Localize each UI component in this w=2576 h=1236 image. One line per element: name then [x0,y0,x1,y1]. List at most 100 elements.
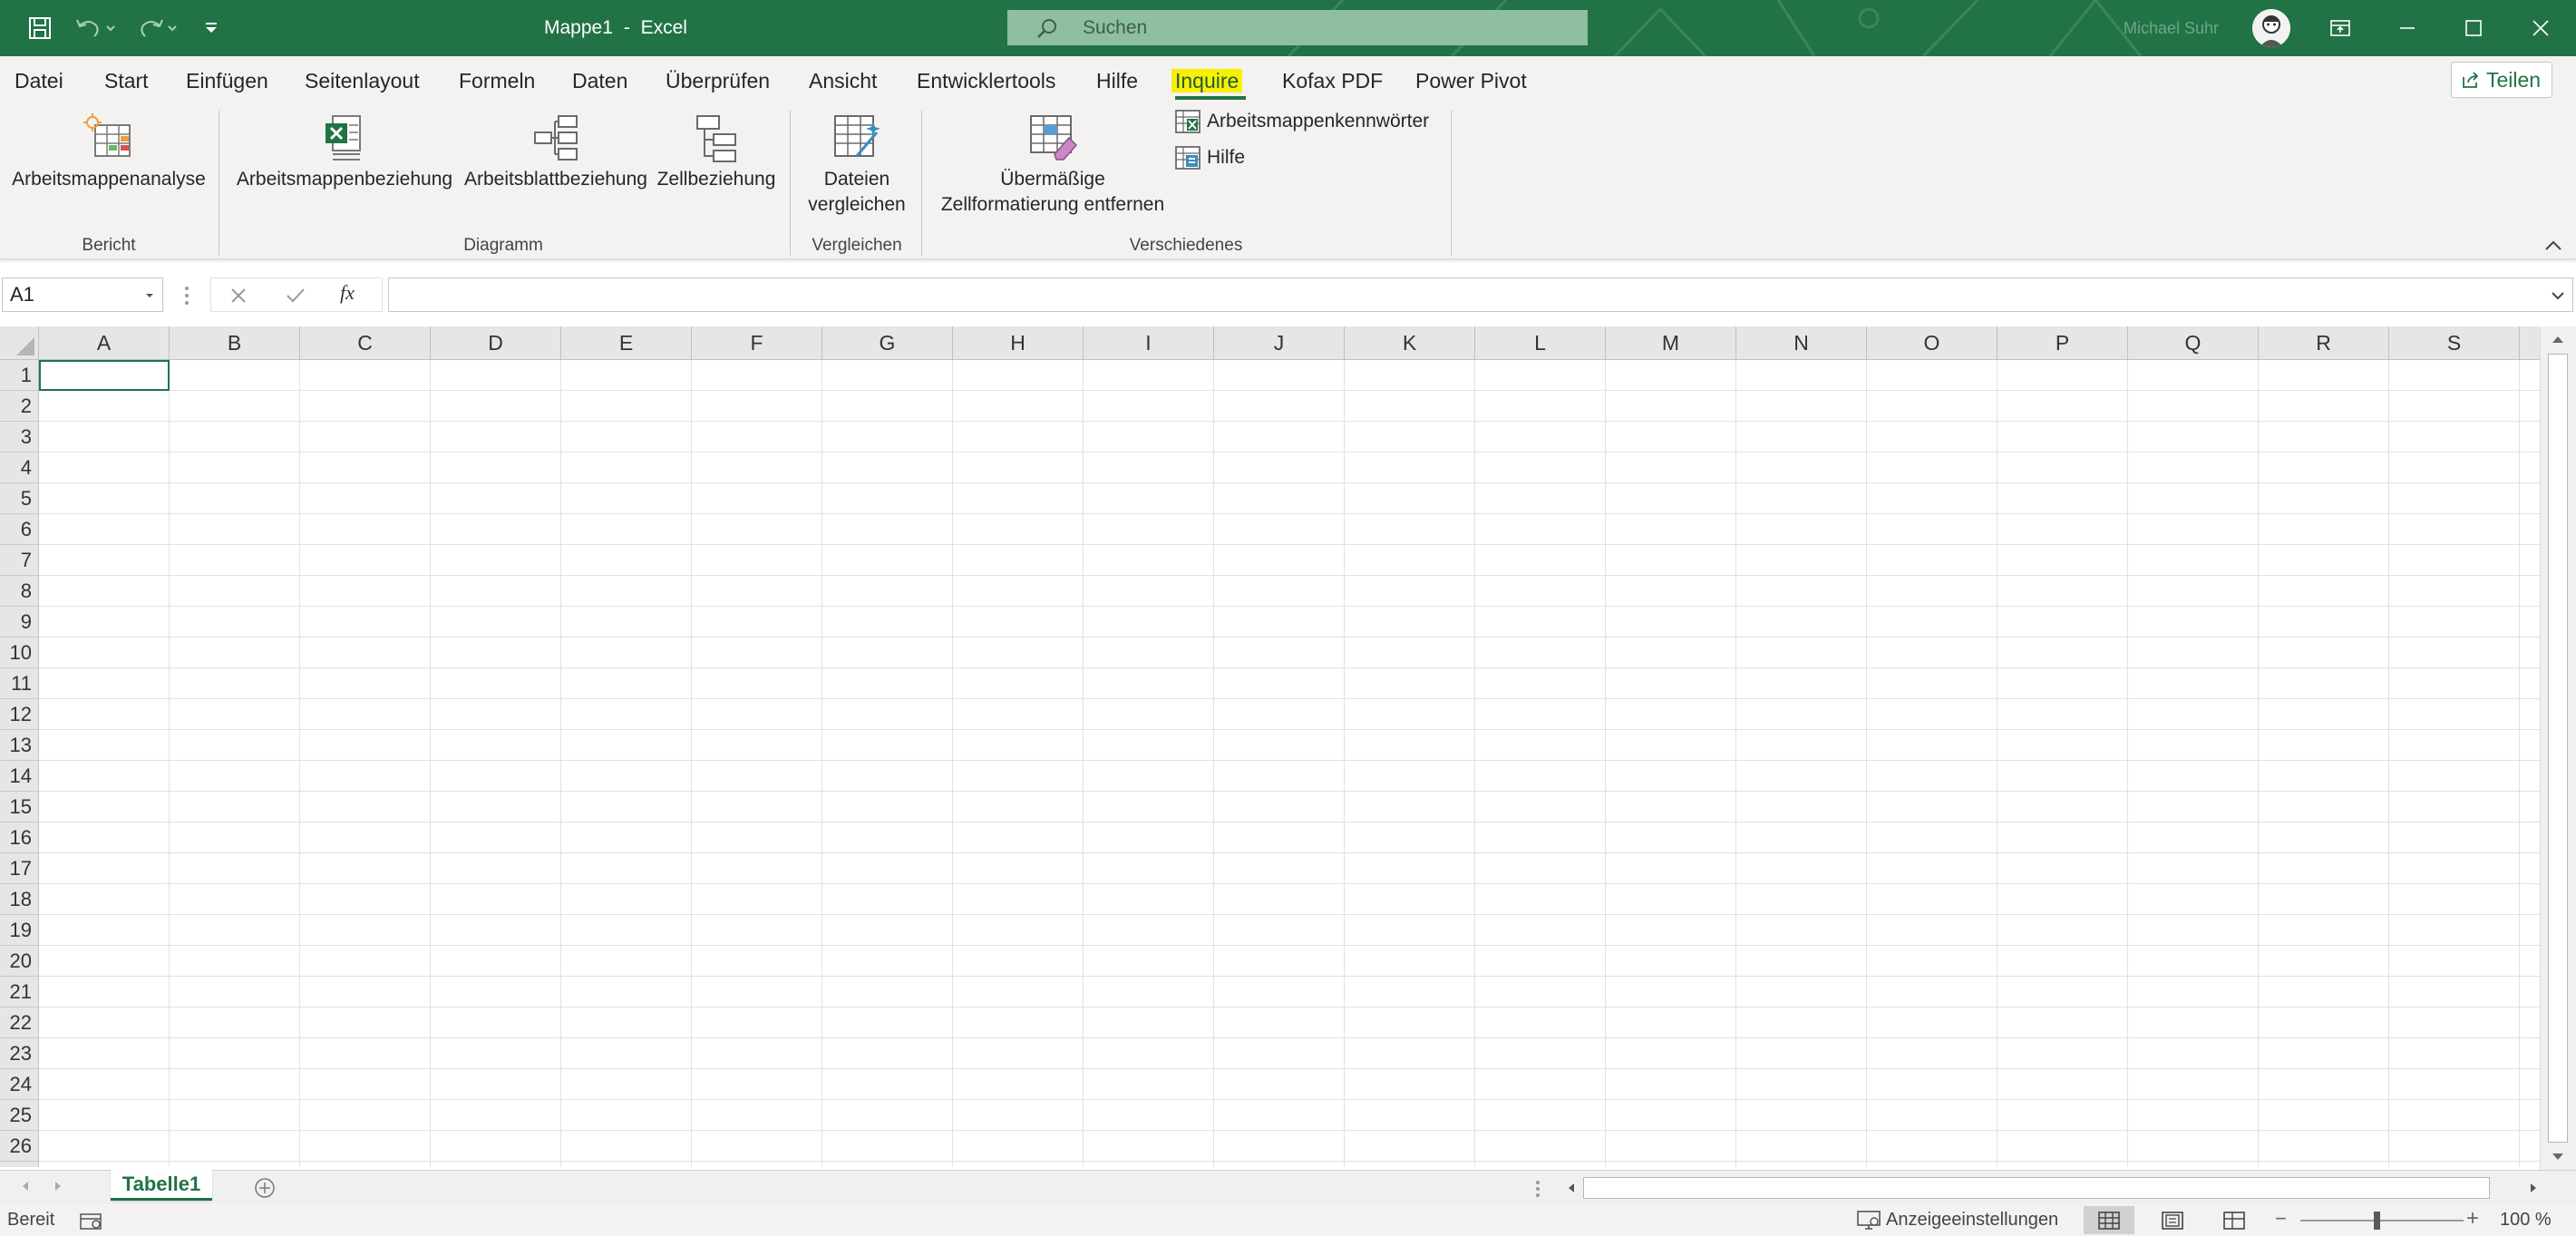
scroll-right-icon[interactable] [2528,1182,2539,1194]
formula-input[interactable] [388,277,2573,312]
zoom-level[interactable]: 100 % [2500,1204,2552,1236]
row-header[interactable]: 21 [0,977,39,1007]
tab-inquire[interactable]: Inquire [1171,65,1243,96]
row-header[interactable]: 5 [0,483,39,514]
zoom-in-button[interactable]: + [2466,1208,2479,1230]
collapse-ribbon-icon[interactable] [2543,239,2563,252]
formula-bar-resize-dots-icon[interactable] [184,285,190,307]
row-header[interactable]: 26 [0,1131,39,1162]
close-button[interactable] [2504,0,2576,56]
column-header[interactable]: Q [2128,326,2259,360]
add-sheet-icon[interactable] [254,1177,276,1199]
tab-formeln[interactable]: Formeln [459,65,535,96]
column-header[interactable]: J [1214,326,1345,360]
previous-sheet-icon[interactable] [20,1180,31,1192]
row-header[interactable]: 18 [0,884,39,915]
tab-split-handle-icon[interactable] [1535,1180,1541,1198]
search-box[interactable]: Suchen [1007,10,1588,45]
row-header[interactable]: 4 [0,453,39,483]
redo-button[interactable] [132,11,183,45]
workbook-relationship-button[interactable]: Arbeitsmappenbeziehung [234,103,455,218]
tab-seitenlayout[interactable]: Seitenlayout [305,65,420,96]
row-header[interactable]: 13 [0,730,39,761]
next-sheet-icon[interactable] [53,1180,63,1192]
user-name[interactable]: Michael Suhr [2124,0,2219,56]
column-header[interactable]: P [1998,326,2128,360]
worksheet-relationship-button[interactable]: Arbeitsblattbeziehung [461,103,651,218]
column-header[interactable]: L [1475,326,1606,360]
enter-check-icon[interactable] [286,287,306,305]
minimize-button[interactable] [2371,0,2444,56]
tab-daten[interactable]: Daten [572,65,627,96]
row-header[interactable]: 19 [0,915,39,946]
row-header[interactable]: 14 [0,761,39,792]
column-header[interactable]: N [1736,326,1867,360]
row-header[interactable]: 17 [0,853,39,884]
column-header[interactable]: D [431,326,561,360]
column-header[interactable]: R [2259,326,2389,360]
maximize-button[interactable] [2437,0,2510,56]
tab-hilfe[interactable]: Hilfe [1096,65,1138,96]
chevron-down-icon[interactable] [144,291,155,300]
share-button[interactable]: Teilen [2451,62,2552,98]
row-header[interactable]: 2 [0,391,39,422]
column-header[interactable]: C [300,326,431,360]
row-header[interactable]: 11 [0,668,39,699]
row-header[interactable]: 25 [0,1100,39,1131]
page-layout-view-button[interactable] [2147,1206,2198,1234]
row-header[interactable]: 23 [0,1038,39,1069]
column-header[interactable]: H [953,326,1084,360]
tab-ueberpruefen[interactable]: Überprüfen [666,65,770,96]
customize-qat-button[interactable] [198,11,225,45]
row-header[interactable]: 6 [0,514,39,545]
zoom-slider-thumb[interactable] [2374,1212,2380,1230]
row-header[interactable]: 12 [0,699,39,730]
row-header[interactable]: 9 [0,607,39,637]
column-header[interactable]: K [1345,326,1475,360]
insert-function-button[interactable]: fx [340,281,355,305]
column-header[interactable]: A [39,326,170,360]
tab-entwicklertools[interactable]: Entwicklertools [917,65,1055,96]
compare-files-button[interactable]: Dateien vergleichen [798,103,916,218]
undo-button[interactable] [71,11,122,45]
name-box[interactable]: A1 [2,277,163,312]
zoom-slider[interactable] [2300,1220,2464,1221]
cell-area[interactable] [39,360,2540,1167]
tab-start[interactable]: Start [104,65,149,96]
column-header[interactable]: E [561,326,692,360]
scroll-left-icon[interactable] [1566,1182,1577,1194]
normal-view-button[interactable] [2084,1206,2134,1234]
column-header[interactable]: O [1867,326,1998,360]
workbook-passwords-button[interactable]: Arbeitsmappenkennwörter [1174,106,1429,137]
row-header[interactable]: 20 [0,946,39,977]
workbook-analysis-button[interactable]: Arbeitsmappenanalyse [7,103,210,218]
tab-ansicht[interactable]: Ansicht [809,65,877,96]
tab-einfuegen[interactable]: Einfügen [186,65,268,96]
horizontal-scrollbar[interactable] [1560,1176,2543,1200]
column-header[interactable]: M [1606,326,1736,360]
ribbon-display-options-button[interactable] [2304,0,2377,56]
active-cell[interactable] [39,360,170,391]
row-header[interactable]: 7 [0,545,39,576]
row-header[interactable]: 24 [0,1069,39,1100]
column-header[interactable]: I [1084,326,1214,360]
sheet-tab[interactable]: Tabelle1 [111,1170,212,1201]
clean-excess-formatting-button[interactable]: Übermäßige Zellformatierung entfernen [930,103,1175,218]
avatar[interactable] [2252,9,2290,47]
column-header[interactable]: G [822,326,953,360]
macro-recording-icon[interactable] [80,1213,103,1230]
zoom-out-button[interactable]: − [2275,1209,2287,1229]
row-header[interactable]: 3 [0,422,39,453]
tab-datei[interactable]: Datei [15,65,63,96]
row-header[interactable]: 10 [0,637,39,668]
scroll-up-icon[interactable] [2551,334,2565,345]
display-settings-button[interactable]: Anzeigeeinstellungen [1857,1204,2058,1236]
page-break-preview-button[interactable] [2209,1206,2260,1234]
column-header[interactable]: B [170,326,300,360]
column-header[interactable]: S [2389,326,2520,360]
row-header[interactable]: 22 [0,1007,39,1038]
cancel-icon[interactable] [229,287,248,305]
row-header[interactable]: 1 [0,360,39,391]
select-all-button[interactable] [0,326,39,360]
cell-relationship-button[interactable]: Zellbeziehung [653,103,780,218]
